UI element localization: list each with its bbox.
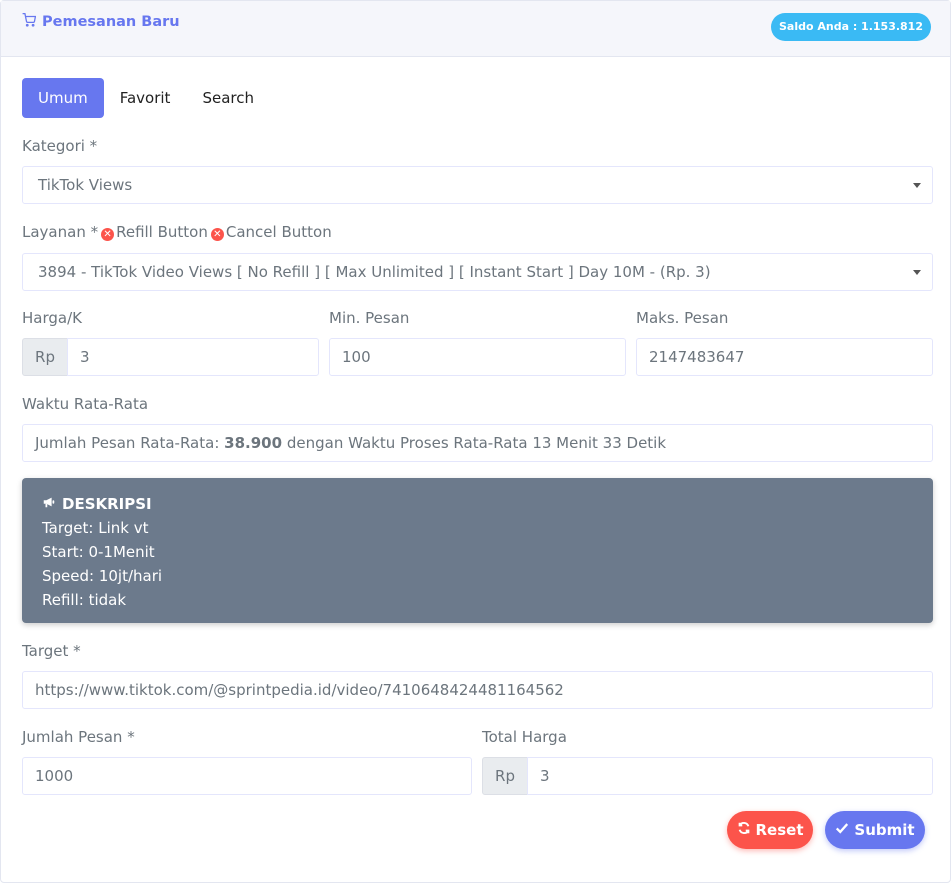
kategori-select[interactable]: TikTok Views xyxy=(22,166,933,204)
waktu-suffix: dengan Waktu Proses Rata-Rata 13 Menit 3… xyxy=(286,434,667,452)
deskripsi-line: Start: 0-1Menit xyxy=(42,543,155,561)
deskripsi-line: Speed: 10jt/hari xyxy=(42,567,163,585)
deskripsi-box: DESKRIPSI Target: Link vt Start: 0-1Meni… xyxy=(22,478,933,623)
maks-pesan-label: Maks. Pesan xyxy=(636,309,729,327)
close-circle-icon: ✕ xyxy=(210,228,224,241)
submit-label: Submit xyxy=(854,821,915,839)
megaphone-icon xyxy=(42,492,56,516)
chevron-down-icon xyxy=(913,183,921,188)
cancel-button-label: Cancel Button xyxy=(225,223,332,241)
check-icon xyxy=(835,821,849,839)
order-card: Pemesanan Baru Saldo Anda : 1.153.812 Um… xyxy=(0,0,951,883)
close-circle-icon: ✕ xyxy=(101,228,115,241)
saldo-badge: Saldo Anda : 1.153.812 xyxy=(770,13,931,41)
total-harga-label: Total Harga xyxy=(482,728,567,746)
min-pesan-label: Min. Pesan xyxy=(329,309,410,327)
deskripsi-line: Target: Link vt xyxy=(42,519,149,537)
harga-input[interactable]: 3 xyxy=(67,338,319,376)
page-title: Pemesanan Baru xyxy=(22,12,180,31)
target-input[interactable]: https://www.tiktok.com/@sprintpedia.id/v… xyxy=(22,671,933,709)
deskripsi-heading: DESKRIPSI xyxy=(42,492,913,516)
tab-favorit[interactable]: Favorit xyxy=(104,78,187,118)
waktu-prefix: Jumlah Pesan Rata-Rata: xyxy=(35,434,220,452)
waktu-field: Jumlah Pesan Rata-Rata: 38.900 dengan Wa… xyxy=(22,424,933,462)
waktu-count: 38.900 xyxy=(224,434,283,452)
min-pesan-input[interactable]: 100 xyxy=(329,338,626,376)
layanan-label-row: Layanan * ✕ Refill Button ✕ Cancel Button xyxy=(22,223,332,241)
refill-button-label: Refill Button xyxy=(116,223,208,241)
reset-button[interactable]: Reset xyxy=(727,811,813,849)
layanan-label: Layanan * xyxy=(22,223,99,241)
card-header: Pemesanan Baru Saldo Anda : 1.153.812 xyxy=(1,1,950,57)
cart-icon xyxy=(22,12,37,31)
kategori-value: TikTok Views xyxy=(38,176,133,194)
harga-prefix: Rp xyxy=(22,338,68,376)
kategori-label: Kategori * xyxy=(22,137,98,155)
total-harga-input: 3 xyxy=(527,757,933,795)
jumlah-pesan-input[interactable]: 1000 xyxy=(22,757,472,795)
tab-search[interactable]: Search xyxy=(186,78,270,118)
page-title-text: Pemesanan Baru xyxy=(42,14,180,30)
layanan-value: 3894 - TikTok Video Views [ No Refill ] … xyxy=(38,263,711,281)
total-harga-prefix: Rp xyxy=(482,757,528,795)
waktu-label: Waktu Rata-Rata xyxy=(22,395,149,413)
order-tabs: Umum Favorit Search xyxy=(22,78,270,118)
deskripsi-line: Refill: tidak xyxy=(42,591,127,609)
target-label: Target * xyxy=(22,642,81,660)
refresh-icon xyxy=(737,821,751,839)
submit-button[interactable]: Submit xyxy=(825,811,925,849)
harga-label: Harga/K xyxy=(22,309,82,327)
maks-pesan-input[interactable]: 2147483647 xyxy=(636,338,933,376)
jumlah-pesan-label: Jumlah Pesan * xyxy=(22,728,135,746)
chevron-down-icon xyxy=(913,270,921,275)
layanan-select[interactable]: 3894 - TikTok Video Views [ No Refill ] … xyxy=(22,253,933,291)
deskripsi-title: DESKRIPSI xyxy=(62,495,152,513)
reset-label: Reset xyxy=(755,821,804,839)
tab-umum[interactable]: Umum xyxy=(22,78,104,118)
